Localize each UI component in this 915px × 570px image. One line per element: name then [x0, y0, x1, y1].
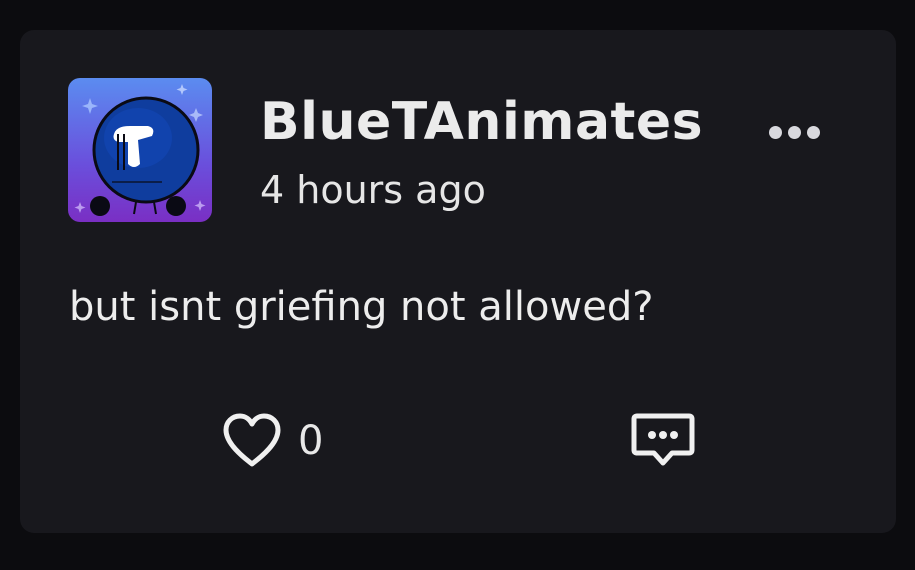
more-horizontal-icon-dot	[806, 125, 820, 139]
avatar[interactable]	[68, 78, 212, 222]
like-button[interactable]: 0	[220, 408, 323, 474]
more-options-button[interactable]	[758, 114, 830, 150]
avatar-image	[68, 78, 212, 222]
comment-author-name[interactable]: BlueTAnimates	[260, 86, 703, 158]
more-horizontal-icon	[768, 125, 782, 139]
reply-button[interactable]	[630, 410, 696, 470]
more-horizontal-icon-dot	[787, 125, 801, 139]
comment-timestamp: 4 hours ago	[260, 168, 486, 212]
comment-bubble-icon	[631, 413, 695, 466]
heart-icon	[223, 413, 281, 467]
like-count: 0	[298, 418, 324, 464]
comment-card: BlueTAnimates 4 hours ago but isnt grief…	[20, 30, 896, 533]
comment-body: but isnt griefing not allowed?	[69, 284, 654, 330]
